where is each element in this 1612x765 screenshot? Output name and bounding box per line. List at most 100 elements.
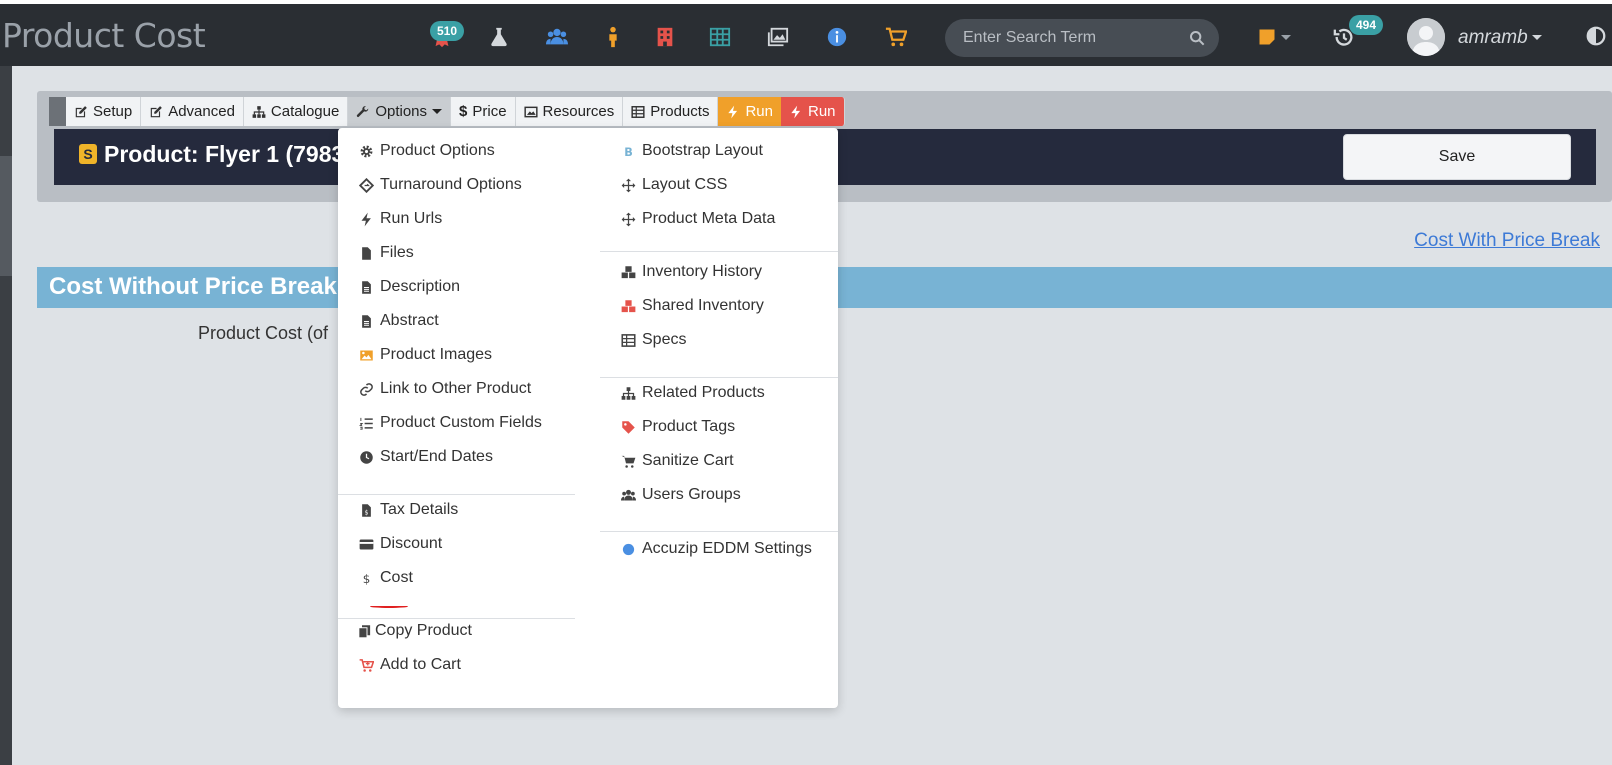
menu-item-cost[interactable]: $ Cost — [358, 569, 413, 587]
menu-item-product-meta-data[interactable]: Product Meta Data — [620, 210, 775, 228]
sticky-note-icon[interactable] — [1254, 24, 1294, 50]
tab-advanced[interactable]: Advanced — [141, 97, 244, 126]
product-tabs: Setup Advanced Catalogue Options $ Price… — [49, 97, 845, 126]
menu-item-files[interactable]: Files — [358, 244, 414, 262]
bolt-icon — [791, 105, 801, 118]
menu-item-tax-details[interactable]: $ Tax Details — [358, 501, 458, 519]
contrast-icon[interactable] — [1585, 25, 1607, 47]
menu-item-label: Product Meta Data — [642, 210, 776, 227]
menu-divider — [338, 618, 575, 619]
menu-item-accuzip-eddm-settings[interactable]: Accuzip EDDM Settings — [620, 540, 812, 558]
tab-label: Options — [375, 103, 428, 120]
menu-item-start-end-dates[interactable]: Start/End Dates — [358, 448, 493, 466]
menu-item-turnaround-options[interactable]: Turnaround Options — [358, 176, 522, 194]
search-input[interactable] — [963, 19, 1183, 57]
menu-item-shared-inventory[interactable]: Shared Inventory — [620, 297, 764, 315]
menu-item-label: Shared Inventory — [642, 297, 764, 314]
menu-item-abstract[interactable]: Abstract — [358, 312, 439, 330]
menu-item-label: Description — [380, 278, 461, 295]
menu-item-label: Start/End Dates — [380, 448, 493, 465]
menu-item-label: Link to Other Product — [380, 380, 532, 397]
tab-resources[interactable]: Resources — [515, 97, 624, 126]
cart-icon[interactable] — [883, 24, 909, 50]
chevron-down-icon — [1531, 35, 1542, 41]
left-edge-strip — [0, 66, 12, 765]
tab-label: Run — [745, 103, 773, 120]
info-icon[interactable] — [824, 24, 850, 50]
tab-run-red[interactable]: Run — [780, 97, 845, 126]
tab-handle[interactable] — [49, 97, 66, 126]
svg-text:$: $ — [364, 509, 368, 516]
tab-price[interactable]: $ Price — [451, 97, 516, 126]
menu-item-product-images[interactable]: Product Images — [358, 346, 492, 364]
product-cost-label: Product Cost (of — [198, 323, 329, 343]
menu-item-specs[interactable]: Specs — [620, 331, 686, 349]
images-icon[interactable] — [765, 24, 791, 50]
avatar[interactable] — [1407, 18, 1445, 56]
top-navbar: Product Cost 510 494 amramb — [0, 0, 1612, 66]
tab-label: Advanced — [168, 103, 235, 120]
dollar-icon: $ — [459, 103, 468, 120]
copy-icon — [356, 623, 372, 639]
edit-icon — [150, 105, 163, 117]
menu-item-label: Sanitize Cart — [642, 452, 734, 469]
sitemap-icon — [252, 105, 266, 118]
image-icon — [358, 347, 374, 363]
search-box — [945, 19, 1219, 57]
tab-label: Price — [472, 103, 507, 120]
menu-item-product-options[interactable]: Product Options — [358, 142, 495, 160]
awards-badge: 510 — [430, 21, 465, 41]
cost-with-price-break-link[interactable]: Cost With Price Break — [1414, 230, 1600, 252]
tab-catalogue[interactable]: Catalogue — [243, 97, 349, 126]
menu-item-add-to-cart[interactable]: Add to Cart — [358, 656, 461, 674]
tab-run-orange[interactable]: Run — [718, 97, 781, 126]
table-icon — [620, 332, 636, 348]
file-text-icon — [358, 279, 374, 295]
tab-options[interactable]: Options — [348, 97, 452, 126]
menu-item-label: Cost — [380, 569, 413, 586]
menu-item-layout-css[interactable]: Layout CSS — [620, 176, 727, 194]
menu-item-label: Product Options — [380, 142, 495, 159]
building-icon[interactable] — [652, 24, 678, 50]
menu-item-label: Layout CSS — [642, 176, 728, 193]
users-icon[interactable] — [544, 24, 570, 50]
menu-item-product-custom-fields[interactable]: Product Custom Fields — [358, 414, 542, 432]
menu-item-label: Bootstrap Layout — [642, 142, 763, 159]
tab-label: Resources — [542, 103, 615, 120]
person-icon[interactable] — [600, 24, 626, 50]
save-button[interactable]: Save — [1343, 134, 1571, 180]
menu-item-run-urls[interactable]: Run Urls — [358, 210, 442, 228]
menu-item-label: Discount — [380, 535, 443, 552]
menu-item-label: Files — [380, 244, 414, 261]
menu-item-related-products[interactable]: Related Products — [620, 384, 765, 402]
menu-item-users-groups[interactable]: Users Groups — [620, 486, 741, 504]
cart-icon — [620, 453, 636, 469]
menu-item-discount[interactable]: Discount — [358, 535, 442, 553]
menu-item-sanitize-cart[interactable]: Sanitize Cart — [620, 452, 734, 470]
menu-item-label: Product Custom Fields — [380, 414, 542, 431]
table-icon[interactable] — [707, 24, 733, 50]
menu-item-label: Product Images — [380, 346, 493, 363]
user-menu[interactable]: amramb — [1458, 27, 1542, 49]
menu-item-label: Accuzip EDDM Settings — [642, 540, 812, 557]
svg-text:B: B — [624, 145, 633, 158]
list-ol-icon — [358, 415, 374, 431]
menu-divider — [338, 494, 575, 495]
menu-item-label: Run Urls — [380, 210, 443, 227]
search-icon[interactable] — [1189, 30, 1205, 46]
bolt-icon — [358, 211, 374, 227]
tab-products[interactable]: Products — [623, 97, 719, 126]
menu-item-copy-product[interactable]: Copy Product — [356, 622, 472, 640]
tab-setup[interactable]: Setup — [66, 97, 142, 126]
gear-icon — [358, 143, 374, 159]
diamond-icon — [358, 177, 374, 193]
file-invoice-icon: $ — [358, 502, 374, 518]
sitemap-icon — [620, 385, 636, 401]
menu-item-description[interactable]: Description — [358, 278, 460, 296]
menu-item-label: Copy Product — [375, 622, 472, 639]
menu-item-product-tags[interactable]: Product Tags — [620, 418, 735, 436]
menu-item-inventory-history[interactable]: Inventory History — [620, 263, 762, 281]
flask-icon[interactable] — [486, 24, 512, 50]
menu-item-bootstrap-layout[interactable]: B Bootstrap Layout — [620, 142, 763, 160]
menu-item-link-to-other-product[interactable]: Link to Other Product — [358, 380, 531, 398]
